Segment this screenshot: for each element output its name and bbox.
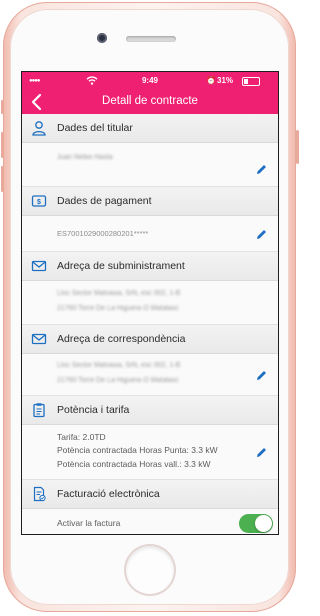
section-label-subministrament: Adreça de subministrament (57, 260, 185, 272)
power-peak-value: Potència contractada Horas Punta: 3.3 kW (57, 445, 218, 455)
section-label-correspondencia: Adreça de correspondència (57, 333, 186, 345)
iban-value: ES7001029000280201***** (57, 229, 149, 238)
section-label-titular: Dades del titular (57, 122, 133, 134)
einvoice-toggle[interactable] (239, 514, 273, 533)
section-header-facturacio: Facturació electrònica (22, 480, 278, 509)
alarm-icon: ⏰ (206, 76, 216, 85)
supply-address-line1: Lloc Sector Malvasia, S/N, esc 002, 1-B (57, 290, 181, 297)
section-header-potencia: Potència i tarifa (22, 396, 278, 425)
front-camera (97, 33, 107, 43)
section-label-facturacio: Facturació electrònica (57, 488, 160, 500)
edit-potencia-pencil-icon[interactable] (255, 446, 268, 459)
earpiece-speaker (126, 36, 176, 42)
power-button (296, 130, 299, 164)
mute-switch (1, 100, 4, 114)
toggle-knob (255, 515, 272, 532)
app-header: ●●●● 9:49 ⏰ 31% Detall de contracte (22, 72, 278, 114)
section-body-correspondencia: Lloc Sector Malvasia, S/N, esc 002, 1-B … (22, 354, 278, 396)
status-time: 9:49 (141, 76, 158, 85)
titular-name: Juan Nebio Hasta (57, 154, 113, 161)
mail-address-line2: 21760 Torre De La Higuera O Matalasc (57, 377, 179, 384)
mail-address-line1: Lloc Sector Malvasia, S/N, esc 002, 1-B (57, 362, 181, 369)
section-header-subministrament: Adreça de subministrament (22, 252, 278, 281)
supply-address-line2: 21760 Torre De La Higuera O Matalasc (57, 305, 179, 312)
svg-text:$: $ (37, 199, 41, 206)
einvoice-toggle-label: Activar la factura (57, 518, 121, 528)
person-icon (32, 121, 46, 136)
battery-icon (242, 77, 260, 86)
section-body-titular: Juan Nebio Hasta (22, 143, 278, 187)
envelope-icon (31, 333, 47, 345)
section-label-pagament: Dades de pagament (57, 195, 152, 207)
payment-card-icon: $ (31, 195, 47, 207)
section-label-potencia: Potència i tarifa (57, 404, 130, 416)
contract-details: Dades del titular Juan Nebio Hasta $ Dad… (22, 114, 278, 534)
volume-up-button (1, 132, 4, 158)
section-body-facturacio: Activar la factura (22, 509, 278, 534)
home-button[interactable] (126, 546, 174, 594)
envelope-icon (31, 260, 47, 272)
battery-percent: 31% (217, 76, 234, 85)
section-header-correspondencia: Adreça de correspondència (22, 325, 278, 354)
section-header-titular: Dades del titular (22, 114, 278, 143)
section-body-potencia: Tarifa: 2.0TD Potència contractada Horas… (22, 425, 278, 480)
power-valley-value: Potència contractada Horas vall.: 3.3 kW (57, 459, 211, 469)
tariff-value: Tarifa: 2.0TD (57, 432, 106, 442)
edit-correspondencia-pencil-icon[interactable] (255, 369, 268, 382)
clipboard-icon (33, 403, 45, 418)
edit-pagament-pencil-icon[interactable] (255, 228, 268, 241)
section-body-subministrament: Lloc Sector Malvasia, S/N, esc 002, 1-B … (22, 281, 278, 325)
section-header-pagament: $ Dades de pagament (22, 187, 278, 216)
volume-down-button (1, 166, 4, 192)
section-body-pagament: ES7001029000280201***** (22, 216, 278, 252)
e-invoice-icon (33, 486, 46, 502)
status-bar: ●●●● 9:49 ⏰ 31% (22, 72, 278, 90)
page-title: Detall de contracte (102, 95, 198, 107)
app-screen: ●●●● 9:49 ⏰ 31% Detall de contracte Dade… (21, 71, 279, 535)
edit-titular-pencil-icon[interactable] (255, 163, 268, 176)
nav-bar: Detall de contracte (22, 90, 278, 114)
